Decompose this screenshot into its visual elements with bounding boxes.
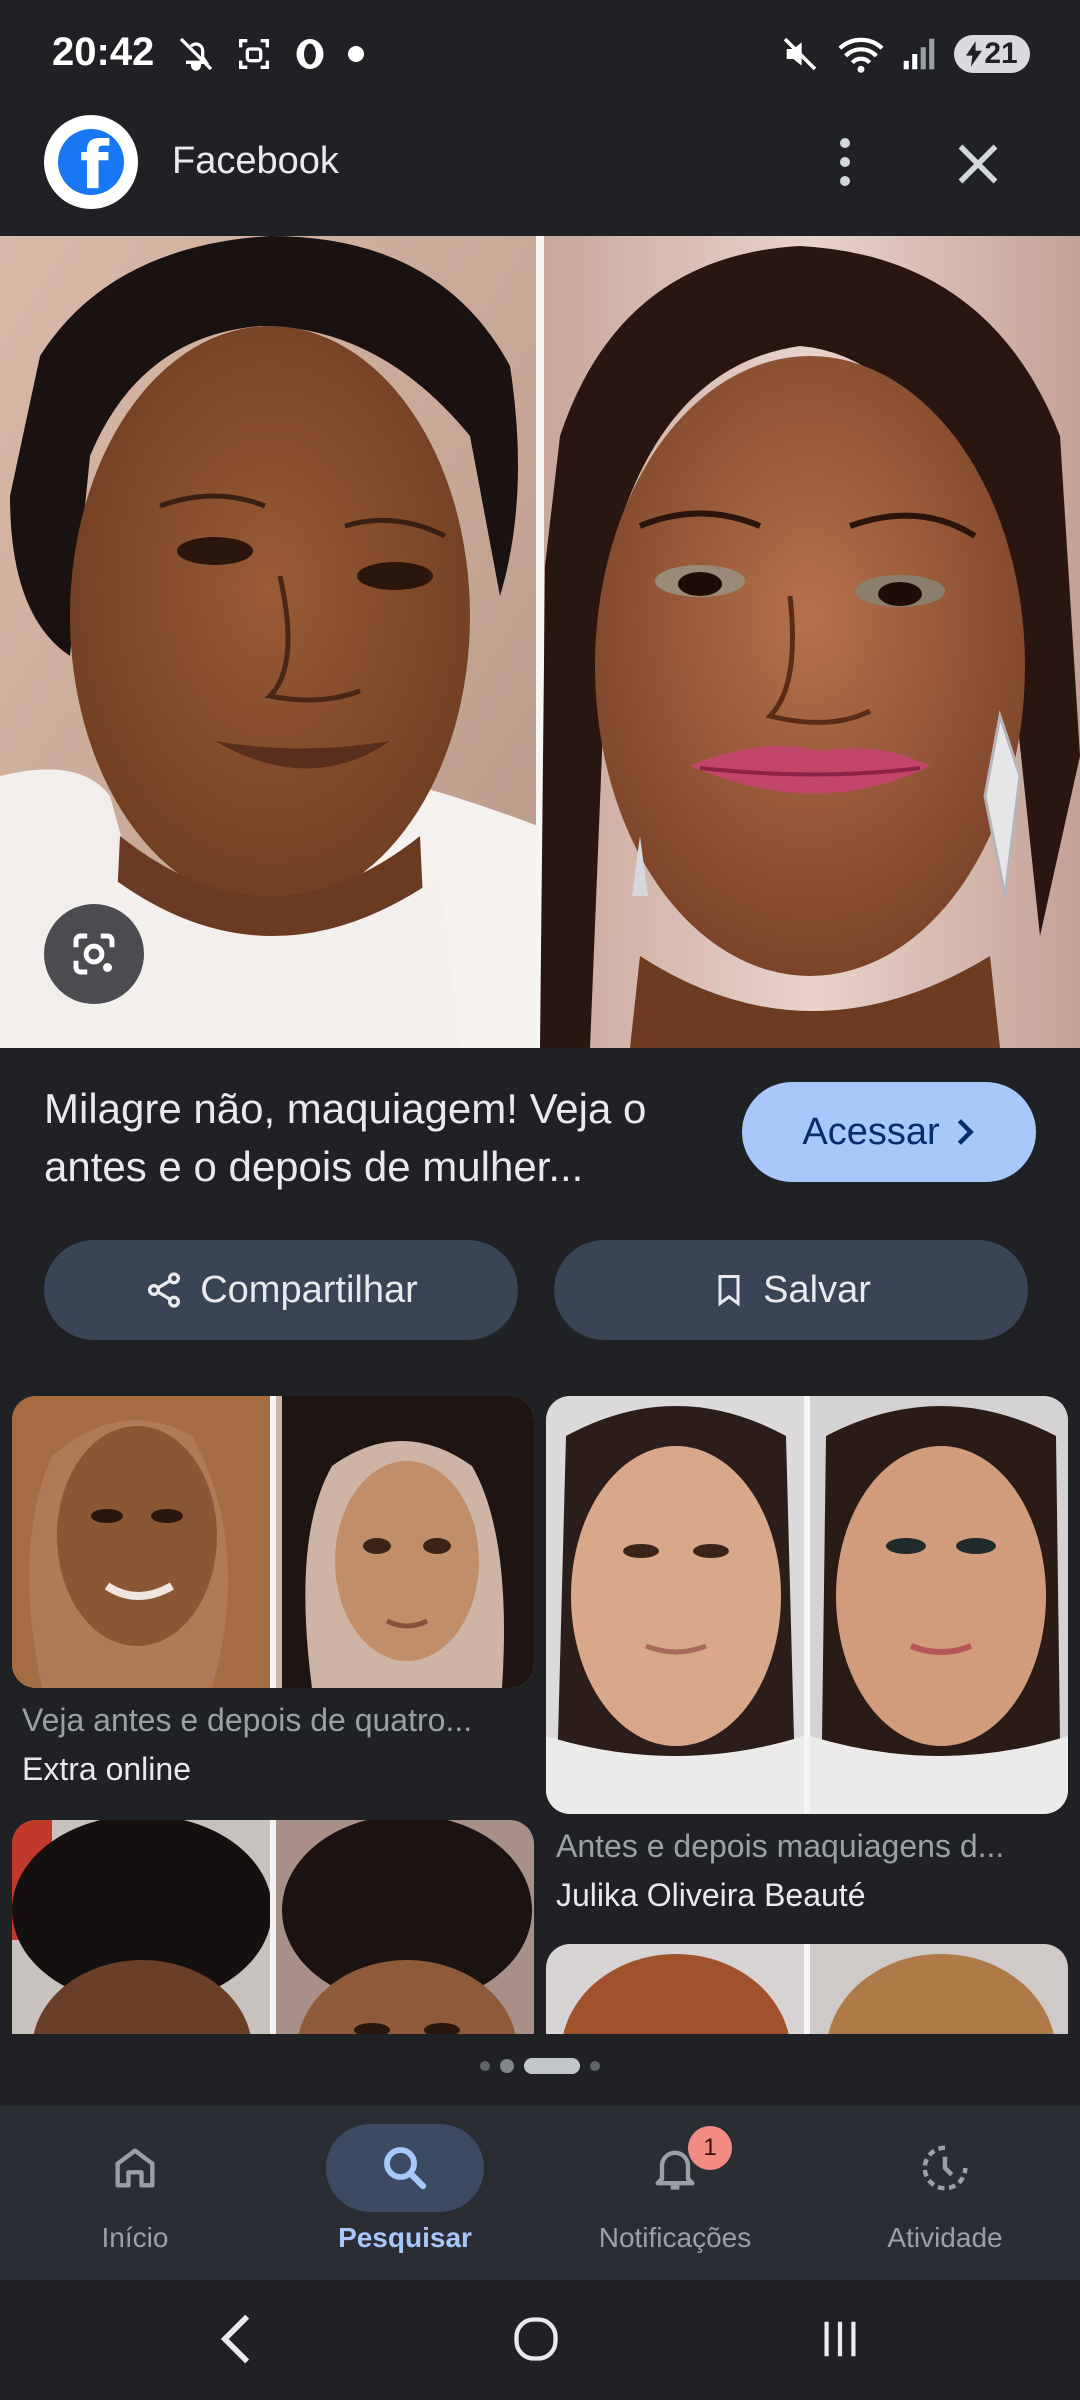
page-dot xyxy=(500,2059,514,2073)
status-bar: 20:42 21 xyxy=(0,0,1080,112)
wifi-icon xyxy=(838,37,884,73)
bookmark-icon xyxy=(718,1275,740,1307)
save-button[interactable]: Salvar xyxy=(554,1240,1028,1340)
related-title: Antes e depois maquiagens d... xyxy=(556,1828,1005,1864)
page-dot xyxy=(480,2061,490,2071)
save-label: Salvar xyxy=(763,1268,871,1311)
screenshot-icon xyxy=(239,39,269,69)
notifications-off-icon xyxy=(179,37,213,71)
main-image[interactable] xyxy=(0,236,1080,1048)
activity-icon xyxy=(922,2145,968,2191)
share-button[interactable]: Compartilhar xyxy=(44,1240,518,1340)
status-time: 20:42 xyxy=(52,30,155,74)
back-icon xyxy=(220,2314,250,2364)
nav-label: Início xyxy=(101,2222,169,2253)
status-left-icons xyxy=(176,34,366,74)
related-thumbnail[interactable] xyxy=(12,1820,534,2034)
page-dot xyxy=(590,2061,600,2071)
visit-label: Acessar xyxy=(802,1110,940,1153)
nav-label: Atividade xyxy=(887,2222,1003,2253)
related-title: Veja antes e depois de quatro... xyxy=(22,1702,473,1738)
battery-charging-icon xyxy=(966,41,983,67)
nav-label: Pesquisar xyxy=(338,2222,472,2253)
before-after-photo xyxy=(0,236,1080,1048)
home-circle-icon xyxy=(514,2317,558,2361)
system-navigation xyxy=(0,2280,1080,2400)
back-button[interactable] xyxy=(196,2304,276,2374)
related-card[interactable]: Veja antes e depois de quatro... Extra o… xyxy=(12,1396,534,1788)
related-card[interactable] xyxy=(546,1944,1068,2034)
nav-item-activity[interactable]: Atividade xyxy=(810,2106,1080,2280)
related-card[interactable] xyxy=(12,1820,534,2034)
dot-icon xyxy=(348,46,364,62)
related-results: Veja antes e depois de quatro... Extra o… xyxy=(0,1396,1080,2034)
more-options-button[interactable] xyxy=(822,132,868,192)
facebook-logo[interactable]: f xyxy=(44,115,138,209)
related-source: Julika Oliveira Beauté xyxy=(556,1877,866,1913)
related-thumbnail[interactable] xyxy=(546,1396,1068,1814)
recents-button[interactable] xyxy=(800,2304,880,2374)
home-button[interactable] xyxy=(496,2304,576,2374)
nav-item-notifications[interactable]: 1 Notificações xyxy=(540,2106,810,2280)
related-thumbnail[interactable] xyxy=(12,1396,534,1688)
page-dot-active xyxy=(524,2058,580,2074)
search-icon xyxy=(384,2147,427,2190)
opera-icon xyxy=(296,39,324,69)
viewer-header: f Facebook xyxy=(0,112,1080,236)
site-name[interactable]: Facebook xyxy=(172,140,339,183)
close-icon[interactable] xyxy=(948,134,1008,194)
nav-item-home[interactable]: Início xyxy=(0,2106,270,2280)
mute-icon xyxy=(783,37,817,71)
notification-badge: 1 xyxy=(688,2126,732,2170)
related-card[interactable]: Antes e depois maquiagens d... Julika Ol… xyxy=(546,1396,1068,1914)
more-vert-icon xyxy=(840,138,850,148)
signal-icon xyxy=(903,38,935,70)
home-icon xyxy=(115,2148,155,2188)
chevron-right-icon xyxy=(957,1119,974,1145)
status-right-icons: 21 xyxy=(780,34,1030,74)
related-thumbnail[interactable] xyxy=(546,1944,1068,2034)
google-lens-button[interactable] xyxy=(44,904,144,1004)
google-lens-icon xyxy=(73,933,115,975)
bottom-navigation: Início Pesquisar 1 Notificações Atividad… xyxy=(0,2106,1080,2280)
battery-indicator: 21 xyxy=(954,35,1030,73)
related-source: Extra online xyxy=(22,1751,191,1787)
result-title[interactable]: Milagre não, maquiagem! Veja o antes e o… xyxy=(44,1080,694,1196)
page-indicator xyxy=(0,2058,1080,2074)
recents-icon xyxy=(824,2321,856,2357)
battery-level: 21 xyxy=(984,37,1018,70)
nav-item-search[interactable]: Pesquisar xyxy=(270,2106,540,2280)
nav-label: Notificações xyxy=(598,2222,752,2253)
visit-button[interactable]: Acessar xyxy=(742,1082,1036,1182)
facebook-f-icon: f xyxy=(58,129,124,195)
share-label: Compartilhar xyxy=(200,1268,418,1311)
share-icon xyxy=(148,1272,181,1308)
